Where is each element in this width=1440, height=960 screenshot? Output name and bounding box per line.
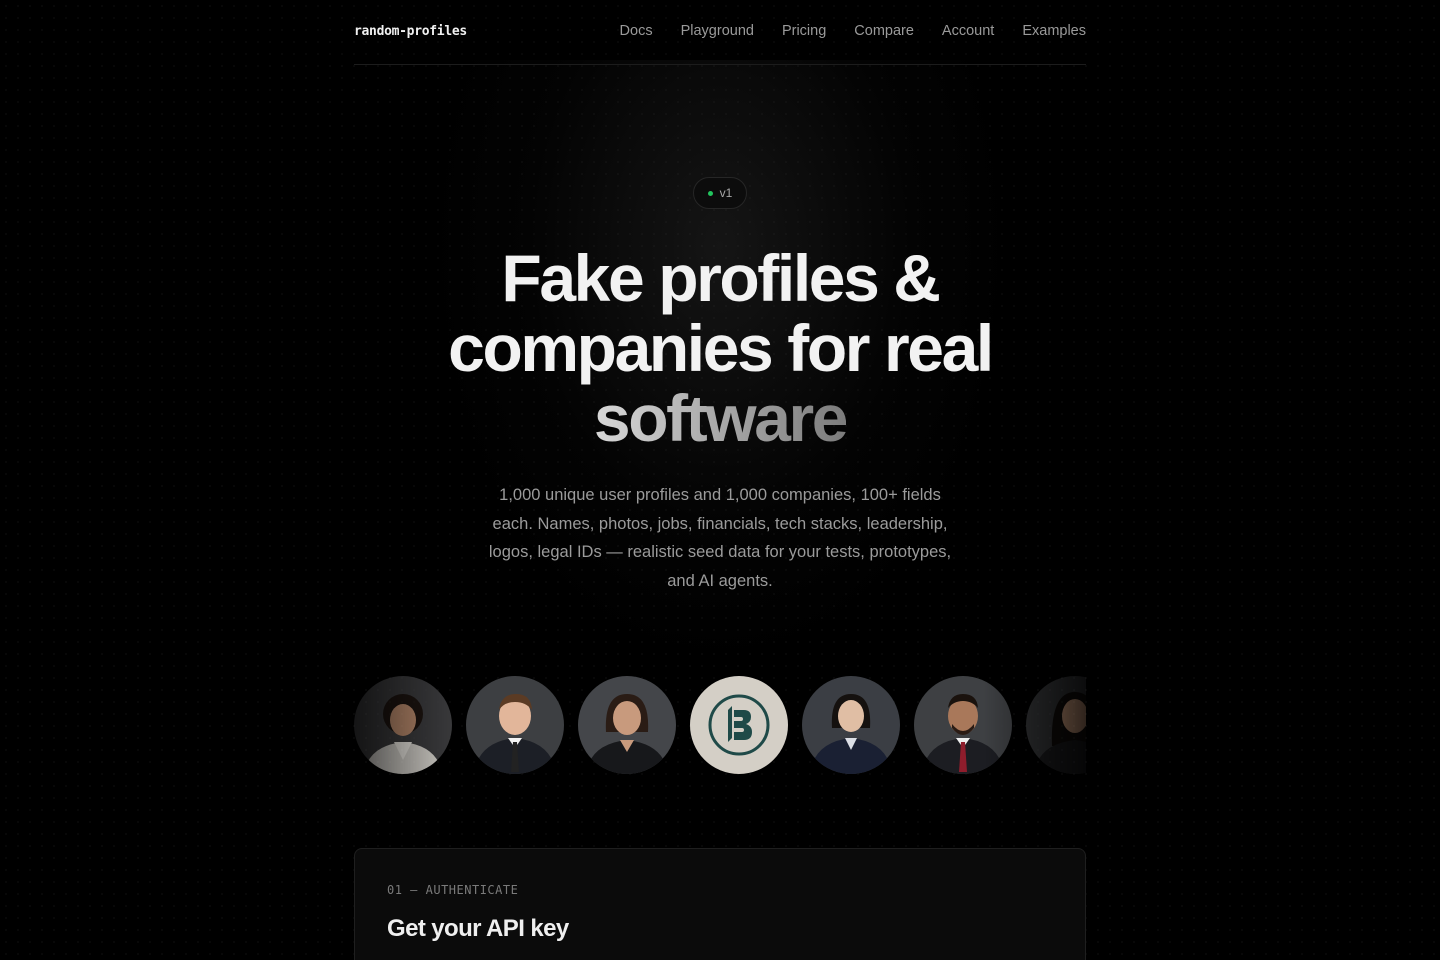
status-dot-icon <box>707 190 713 196</box>
nav-link-examples[interactable]: Examples <box>1022 23 1086 39</box>
page-container: random-profiles Docs Playground Pricing … <box>354 0 1086 960</box>
top-nav: random-profiles Docs Playground Pricing … <box>354 0 1086 65</box>
nav-links: Docs Playground Pricing Compare Account … <box>620 23 1086 39</box>
avatar[interactable] <box>1026 675 1086 774</box>
avatar[interactable] <box>578 675 676 774</box>
hero-section: v1 Fake profiles & companies for real so… <box>354 65 1086 596</box>
card-title: Get your API key <box>387 914 569 942</box>
nav-link-account[interactable]: Account <box>942 23 994 39</box>
avatar[interactable] <box>354 675 452 774</box>
profile-photo-icon <box>466 675 564 774</box>
profile-photo-icon <box>802 675 900 774</box>
nav-link-compare[interactable]: Compare <box>854 23 914 39</box>
hero-subtitle: 1,000 unique user profiles and 1,000 com… <box>488 486 952 591</box>
hero-title: Fake profiles & companies for real softw… <box>440 243 1000 453</box>
step-label: 01 — AUTHENTICATE <box>387 882 519 897</box>
nav-link-pricing[interactable]: Pricing <box>782 23 826 39</box>
company-logo-b-icon <box>690 675 788 774</box>
profile-photo-icon <box>1026 675 1086 774</box>
profile-photo-icon <box>578 675 676 774</box>
avatar[interactable] <box>914 675 1012 774</box>
avatar[interactable] <box>466 675 564 774</box>
hero-title-main: Fake profiles & companies for real <box>448 241 994 385</box>
authenticate-card: 01 — AUTHENTICATE Get your API key <box>354 847 1086 960</box>
hero-title-fade: software <box>593 381 849 455</box>
version-label: v1 <box>719 186 733 200</box>
company-logo[interactable] <box>690 675 788 774</box>
nav-link-playground[interactable]: Playground <box>681 23 754 39</box>
avatar-carousel <box>354 675 1086 776</box>
avatar[interactable] <box>802 675 900 774</box>
nav-link-docs[interactable]: Docs <box>620 23 653 39</box>
brand-logo[interactable]: random-profiles <box>354 24 467 39</box>
profile-photo-icon <box>354 675 452 774</box>
profile-photo-icon <box>914 675 1012 774</box>
version-badge: v1 <box>692 177 748 209</box>
